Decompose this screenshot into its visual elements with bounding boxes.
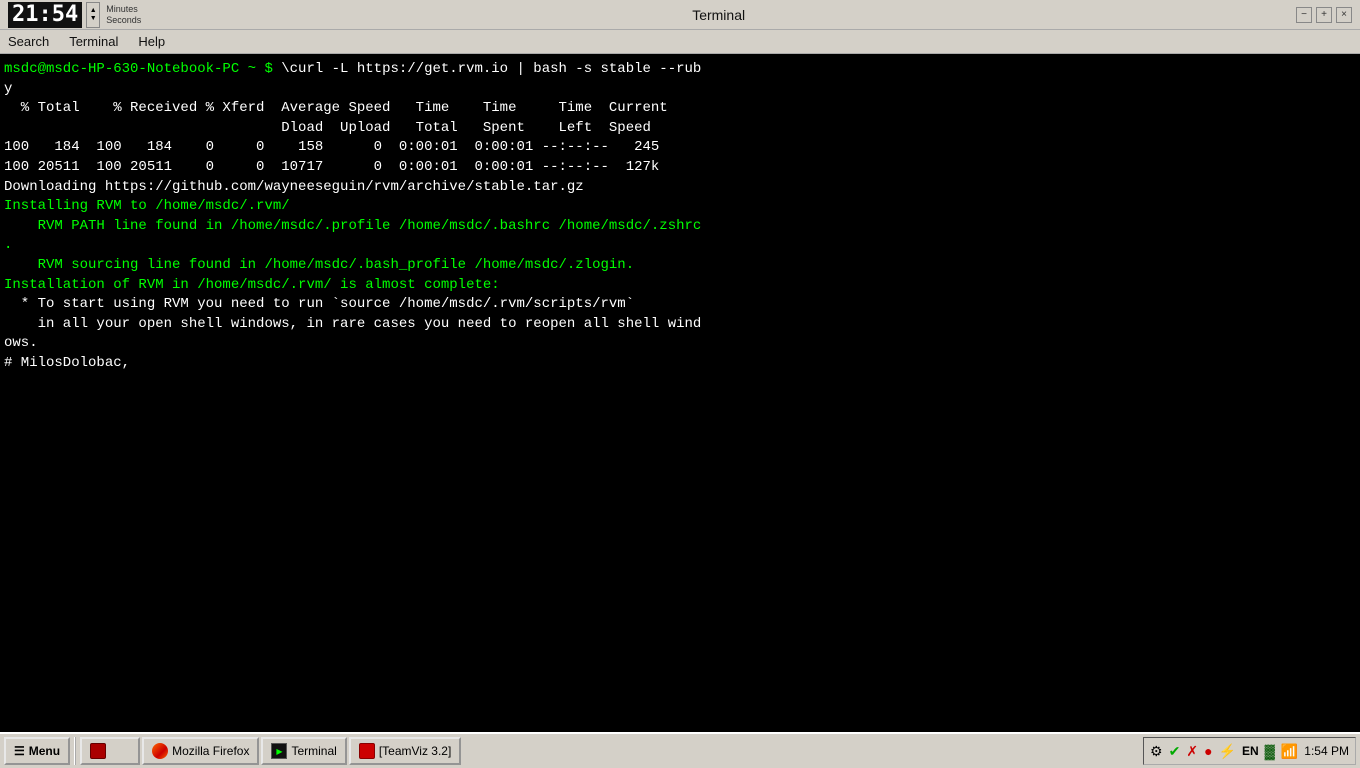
clock-colon: :	[39, 4, 52, 26]
tray-icon-network: 📶	[1281, 743, 1298, 760]
tray-keyboard-lang: EN	[1242, 744, 1259, 758]
title-bar: 21 : 54 ▲ ▼ Minutes Seconds Terminal − +…	[0, 0, 1360, 30]
filemanager-icon	[90, 743, 106, 759]
title-bar-left: 21 : 54 ▲ ▼ Minutes Seconds	[8, 2, 141, 28]
terminal-line-11: RVM sourcing line found in /home/msdc/.b…	[4, 256, 1356, 276]
sys-tray-area: ⚙ ✔ ✗ ● ⚡ EN ▓ 📶 1:54 PM	[1143, 737, 1356, 765]
terminal-line-14: * To start using RVM you need to run `so…	[4, 295, 1356, 315]
terminal-icon: ▶	[271, 743, 287, 759]
clock-labels: Minutes Seconds	[106, 4, 141, 26]
clock-minutes: 54	[52, 4, 79, 26]
terminal-line-10: .	[4, 236, 1356, 256]
taskbar: ☰ Menu Mozilla Firefox ▶ Terminal [TeamV…	[0, 732, 1360, 768]
menu-bar: Search Terminal Help	[0, 30, 1360, 54]
terminal-line-6: Downloading https://github.com/wayneeseg…	[4, 178, 1356, 198]
taskbar-app-firefox[interactable]: Mozilla Firefox	[142, 737, 259, 765]
taskbar-app-teamviz[interactable]: [TeamViz 3.2]	[349, 737, 461, 765]
tray-icon-3: ✗	[1186, 743, 1198, 760]
window-controls: − + ×	[1296, 7, 1352, 23]
tray-clock: 1:54 PM	[1304, 744, 1349, 758]
terminal-output: msdc@msdc-HP-630-Notebook-PC ~ $ \curl -…	[0, 54, 1360, 732]
firefox-label: Mozilla Firefox	[172, 744, 249, 758]
terminal-line-9: RVM PATH line found in /home/msdc/.profi…	[4, 217, 1356, 237]
minimize-button[interactable]: −	[1296, 7, 1312, 23]
maximize-button[interactable]: +	[1316, 7, 1332, 23]
terminal-line-4: 100 184 100 184 0 0 158 0 0:00:01 0:00:0…	[4, 138, 1356, 158]
tray-icon-4: ●	[1204, 743, 1212, 759]
start-button[interactable]: ☰ Menu	[4, 737, 70, 765]
window-title: Terminal	[692, 7, 745, 23]
menu-search[interactable]: Search	[4, 32, 53, 51]
taskbar-app-terminal[interactable]: ▶ Terminal	[261, 737, 346, 765]
clock-scroll[interactable]: ▲ ▼	[86, 2, 100, 28]
clock-label-seconds: Seconds	[106, 15, 141, 26]
clock-label-minutes: Minutes	[106, 4, 141, 15]
tray-icon-2: ✔	[1169, 743, 1181, 760]
tray-icon-bluetooth: ⚡	[1219, 743, 1236, 760]
menu-terminal[interactable]: Terminal	[65, 32, 122, 51]
terminal-line-15: in all your open shell windows, in rare …	[4, 315, 1356, 335]
start-label: Menu	[29, 744, 60, 758]
clock-hours: 21	[12, 4, 39, 26]
clock-widget: 21 : 54	[8, 2, 82, 28]
terminal-line-5: 100 20511 100 20511 0 0 10717 0 0:00:01 …	[4, 158, 1356, 178]
teamviz-label: [TeamViz 3.2]	[379, 744, 451, 758]
terminal-line-2: % Total % Received % Xferd Average Speed…	[4, 99, 1356, 119]
start-icon: ☰	[14, 744, 25, 758]
firefox-icon	[152, 743, 168, 759]
system-tray: ⚙ ✔ ✗ ● ⚡ EN ▓ 📶 1:54 PM	[1143, 737, 1356, 765]
terminal-line-8: Installing RVM to /home/msdc/.rvm/	[4, 197, 1356, 217]
taskbar-app-filemanager[interactable]	[80, 737, 140, 765]
terminal-label: Terminal	[291, 744, 336, 758]
taskbar-separator-1	[74, 737, 76, 765]
terminal-line-12: Installation of RVM in /home/msdc/.rvm/ …	[4, 276, 1356, 296]
terminal-line-18: # MilosDolobac,	[4, 354, 1356, 374]
close-button[interactable]: ×	[1336, 7, 1352, 23]
terminal-line-0: msdc@msdc-HP-630-Notebook-PC ~ $ \curl -…	[4, 60, 1356, 80]
tray-icon-1: ⚙	[1150, 743, 1163, 760]
tray-icon-battery: ▓	[1265, 743, 1275, 759]
terminal-line-16: ows.	[4, 334, 1356, 354]
terminal-line-1: y	[4, 80, 1356, 100]
menu-help[interactable]: Help	[134, 32, 169, 51]
terminal-line-3: Dload Upload Total Spent Left Speed	[4, 119, 1356, 139]
teamviz-icon	[359, 743, 375, 759]
